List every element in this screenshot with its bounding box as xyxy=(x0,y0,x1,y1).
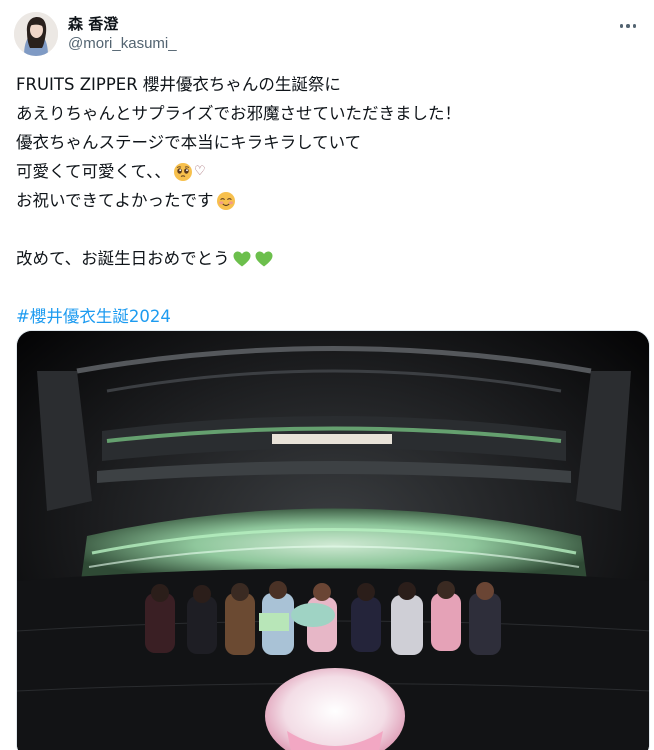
avatar-image xyxy=(14,12,58,56)
avatar[interactable] xyxy=(14,12,58,56)
tweet-line: #櫻井優衣生誕2024 xyxy=(16,302,638,331)
tweet-line-text: 可愛くて可愛くて、、 xyxy=(16,162,171,181)
tweet-line: お祝いできてよかったです xyxy=(16,186,638,215)
tweet-line: あえりちゃんとサプライズでお邪魔させていただきました！ xyxy=(16,99,638,128)
tweet-line: 優衣ちゃんステージで本当にキラキラしていて xyxy=(16,128,638,157)
concert-photo-image xyxy=(17,331,649,750)
more-options-button[interactable] xyxy=(614,12,642,40)
smiling-blush-icon xyxy=(216,191,236,211)
tweet-line-text: FRUITS ZIPPER 櫻井優衣ちゃんの生誕祭に xyxy=(16,75,341,94)
more-dot-icon xyxy=(626,24,630,28)
more-dot-icon xyxy=(619,24,624,28)
more-dot-icon xyxy=(632,24,637,28)
user-handle[interactable]: @mori_kasumi_ xyxy=(68,34,177,54)
tweet-line: 改めて、お誕生日おめでとう xyxy=(16,244,638,273)
hashtag-link[interactable]: #櫻井優衣生誕2024 xyxy=(16,302,171,331)
tweet-card: 森 香澄 @mori_kasumi_ FRUITS ZIPPER 櫻井優衣ちゃん… xyxy=(0,0,654,750)
tweet-photo[interactable] xyxy=(16,330,650,750)
tweet-line: 可愛くて可愛くて、、 ♡ xyxy=(16,157,638,186)
green-heart-icon xyxy=(254,249,274,269)
tweet-line-text: あえりちゃんとサプライズでお邪魔させていただきました！ xyxy=(16,104,462,123)
tweet-line: FRUITS ZIPPER 櫻井優衣ちゃんの生誕祭に xyxy=(16,70,638,99)
tweet-line-text: 改めて、お誕生日おめでとう xyxy=(16,249,230,268)
pleading-face-icon xyxy=(173,162,193,182)
small-heart-icon: ♡ xyxy=(193,164,206,179)
tweet-line-text: お祝いできてよかったです xyxy=(16,191,214,210)
author-names: 森 香澄 @mori_kasumi_ xyxy=(68,14,177,54)
green-heart-icon xyxy=(232,249,252,269)
tweet-text: FRUITS ZIPPER 櫻井優衣ちゃんの生誕祭に あえりちゃんとサプライズで… xyxy=(16,70,638,331)
tweet-line-text: 優衣ちゃんステージで本当にキラキラしていて xyxy=(16,133,362,152)
display-name[interactable]: 森 香澄 xyxy=(68,14,177,34)
tweet-header: 森 香澄 @mori_kasumi_ xyxy=(14,10,642,58)
